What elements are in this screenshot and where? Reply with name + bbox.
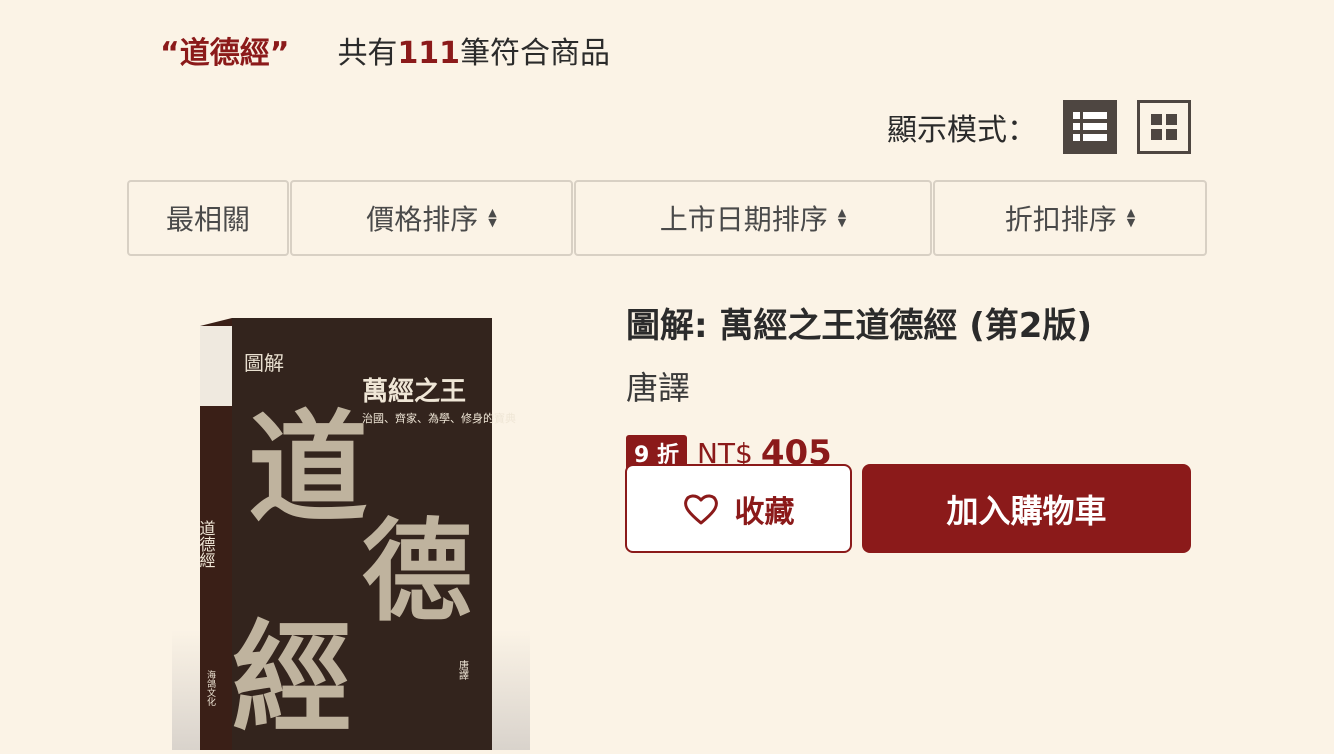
product-info: 圖解: 萬經之王道德經 (第2版) 唐譯 9 折 NT$ 405	[626, 298, 1092, 473]
cover-tagline: 治國、齊家、為學、修身的寶典	[362, 411, 516, 425]
cover-spine-title: 道德經	[197, 520, 216, 568]
sort-arrows-icon: ▲ ▼	[488, 206, 497, 229]
sort-arrows-icon: ▲ ▼	[837, 206, 847, 229]
sort-bar: 最相關 價格排序 ▲ ▼ 上市日期排序 ▲ ▼ 折扣排序 ▲ ▼	[127, 180, 1208, 256]
search-query: “道德經”	[160, 36, 290, 71]
cover-publisher: 海鴿文化	[205, 669, 216, 707]
grid-view-button[interactable]	[1137, 100, 1191, 154]
product-author[interactable]: 唐譯	[626, 363, 1092, 409]
svg-text:德: 德	[362, 507, 472, 636]
sort-date-button[interactable]: 上市日期排序 ▲ ▼	[574, 180, 932, 256]
list-view-icon	[1073, 112, 1107, 141]
result-count-number: 111	[397, 36, 461, 71]
favorite-button[interactable]: 收藏	[625, 464, 852, 553]
search-result-header: “道德經” 共有111筆符合商品	[160, 28, 610, 72]
sort-relevance-button[interactable]: 最相關	[127, 180, 289, 256]
view-mode-switcher: 顯示模式：	[887, 100, 1191, 154]
sort-discount-button[interactable]: 折扣排序 ▲ ▼	[933, 180, 1207, 256]
grid-view-icon	[1151, 114, 1177, 140]
svg-text:經: 經	[232, 608, 352, 749]
cover-author: 唐譯	[457, 659, 469, 681]
sort-price-button[interactable]: 價格排序 ▲ ▼	[290, 180, 573, 256]
heart-icon	[683, 494, 718, 524]
cover-subtitle: 萬經之王	[362, 376, 466, 407]
book-cover-art: 圖解 萬經之王 治國、齊家、為學、修身的寶典 道 德 經 道德經 唐譯 海鴿文化	[172, 318, 530, 750]
product-actions: 收藏 加入購物車	[625, 464, 1191, 553]
sort-arrows-icon: ▲ ▼	[1126, 206, 1136, 229]
list-view-button[interactable]	[1063, 100, 1117, 154]
result-count: 共有111筆符合商品	[337, 36, 611, 71]
product-title[interactable]: 圖解: 萬經之王道德經 (第2版)	[626, 298, 1092, 347]
book-cover-image[interactable]: 圖解 萬經之王 治國、齊家、為學、修身的寶典 道 德 經 道德經 唐譯 海鴿文化	[172, 310, 530, 750]
svg-text:道: 道	[248, 398, 368, 539]
add-to-cart-button[interactable]: 加入購物車	[862, 464, 1191, 553]
view-mode-label: 顯示模式：	[887, 113, 1037, 148]
cover-badge: 圖解	[244, 351, 284, 375]
